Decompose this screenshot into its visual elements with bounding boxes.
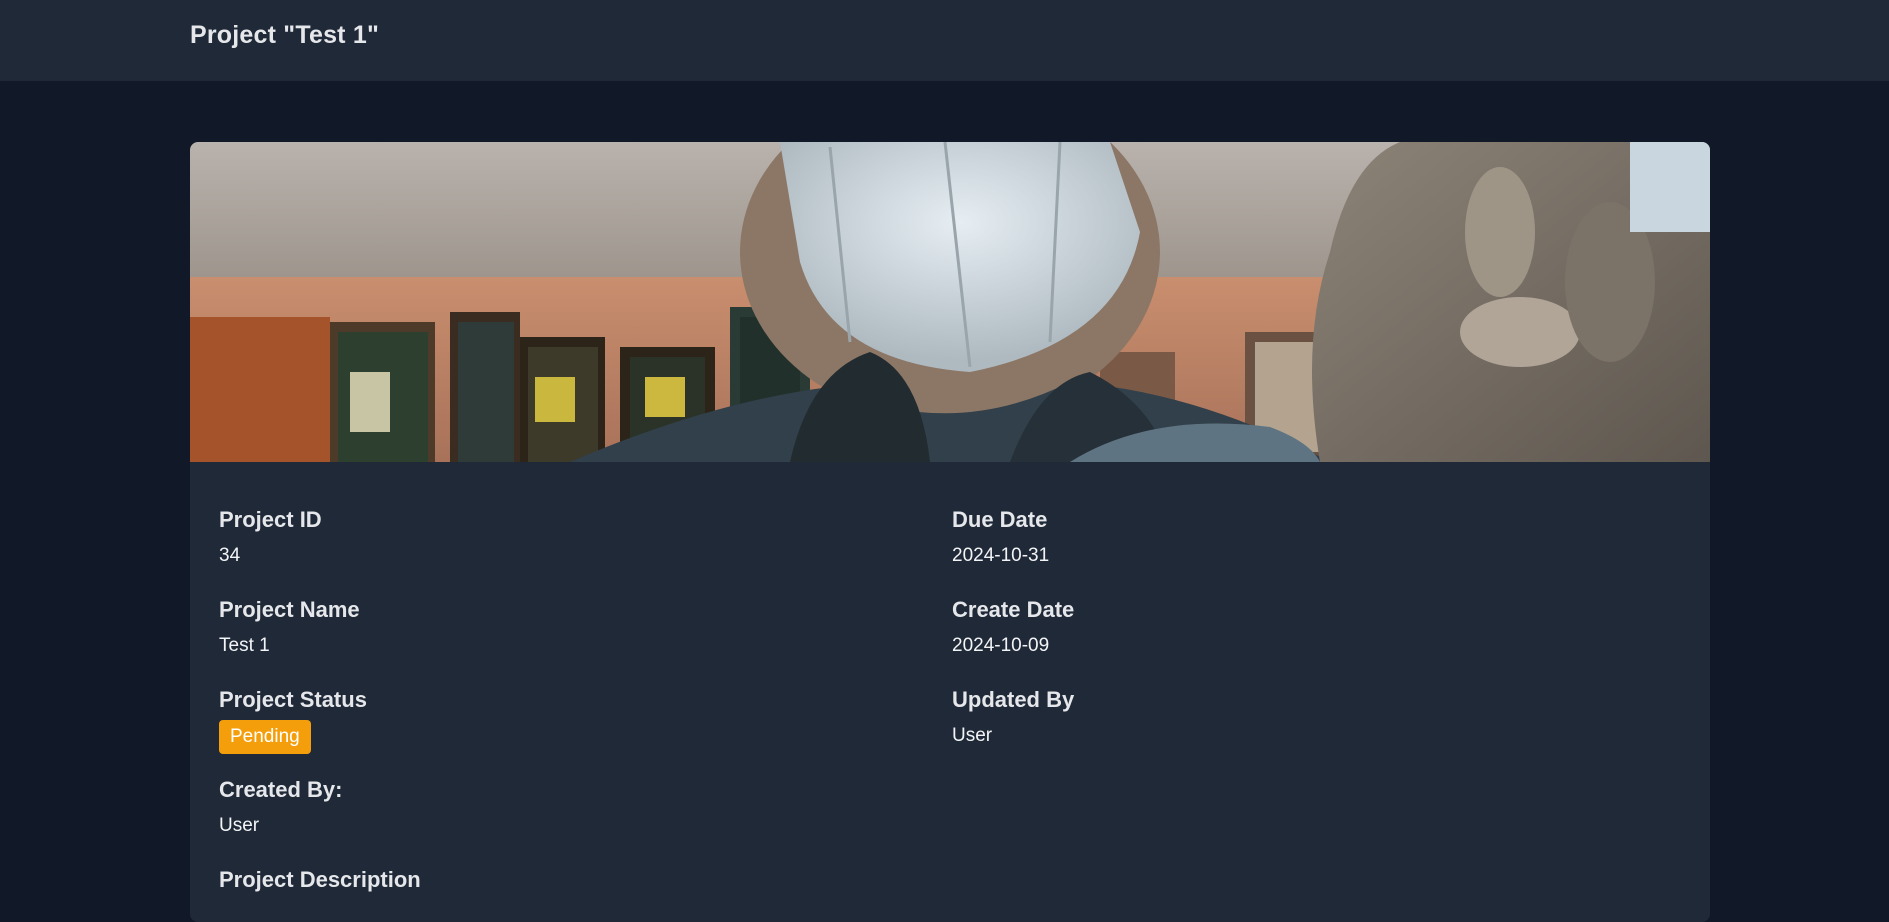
project-image [190,142,1710,462]
field-value: User [219,815,260,836]
field-label: Project Name [219,597,360,622]
top-bar: Project "Test 1" [0,0,1889,81]
field-label: Project Description [219,867,421,892]
field-value: User [952,725,993,746]
field-label: Due Date [952,507,1048,532]
field-project-id: Project ID 34 [219,500,919,590]
field-project-name: Project Name Test 1 [219,590,919,680]
field-project-status: Project Status Pending [219,680,919,770]
field-value: 34 [219,545,241,566]
field-label: Project Status [219,687,367,712]
field-created-by: Created By: User [219,770,919,860]
details-left-column: Project ID 34 Project Name Test 1 Projec… [219,500,919,922]
project-card: Project ID 34 Project Name Test 1 Projec… [190,142,1710,922]
field-label: Create Date [952,597,1075,622]
field-value: 2024-10-31 [952,545,1050,566]
field-updated-by: Updated By User [952,680,1652,770]
field-label: Project ID [219,507,322,532]
field-value: Test 1 [219,635,270,656]
status-badge: Pending [219,720,311,754]
field-label: Updated By [952,687,1075,712]
field-label: Created By: [219,777,343,802]
field-project-description: Project Description [219,860,919,922]
field-value: 2024-10-09 [952,635,1050,656]
page-title: Project "Test 1" [190,21,380,49]
field-create-date: Create Date 2024-10-09 [952,590,1652,680]
details-right-column: Due Date 2024-10-31 Create Date 2024-10-… [952,500,1652,770]
field-due-date: Due Date 2024-10-31 [952,500,1652,590]
